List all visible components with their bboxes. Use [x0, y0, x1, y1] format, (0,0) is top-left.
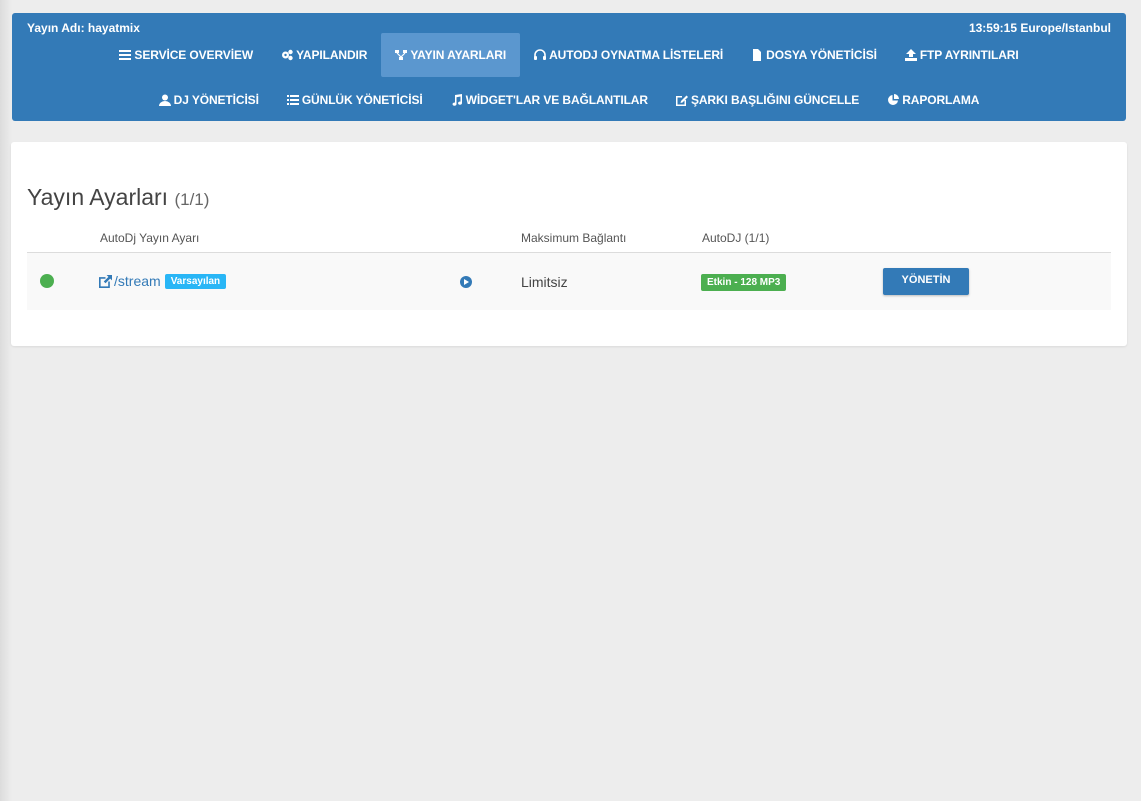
- status-indicator-online: [40, 274, 54, 288]
- bars-icon: [119, 50, 132, 60]
- external-link-icon: [99, 274, 112, 288]
- music-icon: [452, 94, 462, 106]
- column-header-autodj: AutoDJ (1/1): [702, 231, 770, 245]
- nav-row-secondary: DJ YÖNETİCİSİ GÜNLÜK YÖNETİCİSİ WİDGET'L…: [12, 78, 1126, 122]
- nav-label: YAPILANDIR: [296, 48, 368, 62]
- manage-button[interactable]: YÖNETİN: [883, 268, 969, 295]
- max-connections-value: Limitsiz: [521, 274, 568, 290]
- user-icon: [158, 94, 171, 106]
- page-edge-shade: [0, 0, 12, 801]
- nav-row-primary: SERVİCE OVERVİEW YAPILANDIR YAYIN AYARLA…: [12, 33, 1126, 77]
- page-title-count: (1/1): [174, 190, 210, 209]
- nav-reporting[interactable]: RAPORLAMA: [873, 78, 993, 122]
- nav-label: WİDGET'LAR VE BAĞLANTILAR: [465, 93, 648, 107]
- nav-label: GÜNLÜK YÖNETİCİSİ: [301, 93, 423, 107]
- play-circle-icon[interactable]: [460, 276, 472, 288]
- file-icon: [753, 49, 762, 61]
- nav-label: DOSYA YÖNETİCİSİ: [766, 48, 877, 62]
- nav-ftp-details[interactable]: FTP AYRINTILARI: [891, 33, 1033, 77]
- nav-service-overview[interactable]: SERVİCE OVERVİEW: [105, 33, 267, 77]
- nav-label: DJ YÖNETİCİSİ: [173, 93, 259, 107]
- nav-update-song-title[interactable]: ŞARKI BAŞLIĞINI GÜNCELLE: [662, 78, 873, 122]
- nav-label: YAYIN AYARLARI: [410, 48, 507, 62]
- nav-dj-manager[interactable]: DJ YÖNETİCİSİ: [145, 78, 273, 122]
- nav-file-manager[interactable]: DOSYA YÖNETİCİSİ: [737, 33, 891, 77]
- page-title-text: Yayın Ayarları: [27, 184, 169, 210]
- default-badge: Varsayılan: [164, 273, 227, 289]
- sitemap-icon: [395, 50, 408, 60]
- nav-label: RAPORLAMA: [902, 93, 980, 107]
- cogs-icon: [282, 49, 293, 61]
- nav-label: FTP AYRINTILARI: [919, 48, 1019, 62]
- nav-label: ŞARKI BAŞLIĞINI GÜNCELLE: [690, 93, 860, 107]
- top-navigation-bar: Yayın Adı: hayatmix 13:59:15 Europe/Ista…: [12, 13, 1126, 121]
- nav-log-manager[interactable]: GÜNLÜK YÖNETİCİSİ: [273, 78, 437, 122]
- nav-label: AUTODJ OYNATMA LİSTELERİ: [549, 48, 724, 62]
- column-header-max-connections: Maksimum Bağlantı: [521, 231, 627, 245]
- autodj-status-badge: Etkin - 128 MP3: [701, 274, 787, 291]
- nav-autodj-playlists[interactable]: AUTODJ OYNATMA LİSTELERİ: [520, 33, 737, 77]
- mount-link[interactable]: /stream Varsayılan: [99, 273, 227, 289]
- list-icon: [286, 95, 299, 105]
- mount-name: /stream: [114, 273, 161, 289]
- nav-widgets-links[interactable]: WİDGET'LAR VE BAĞLANTILAR: [437, 78, 662, 122]
- nav-yapilandir[interactable]: YAPILANDIR: [267, 33, 381, 77]
- content-panel: Yayın Ayarları (1/1) AutoDj Yayın Ayarı …: [11, 142, 1127, 346]
- nav-label: SERVİCE OVERVİEW: [134, 48, 254, 62]
- table-header: AutoDj Yayın Ayarı Maksimum Bağlantı Aut…: [27, 230, 1111, 253]
- nav-yayin-ayarlari[interactable]: YAYIN AYARLARI: [381, 33, 521, 77]
- column-header-mount: AutoDj Yayın Ayarı: [100, 231, 200, 245]
- page-title: Yayın Ayarları (1/1): [27, 184, 209, 211]
- edit-icon: [675, 95, 688, 106]
- pie-chart-icon: [888, 94, 900, 105]
- headphones-icon: [534, 49, 547, 60]
- upload-icon: [904, 49, 917, 61]
- table-row: /stream Varsayılan Limitsiz Etkin - 128 …: [27, 253, 1111, 310]
